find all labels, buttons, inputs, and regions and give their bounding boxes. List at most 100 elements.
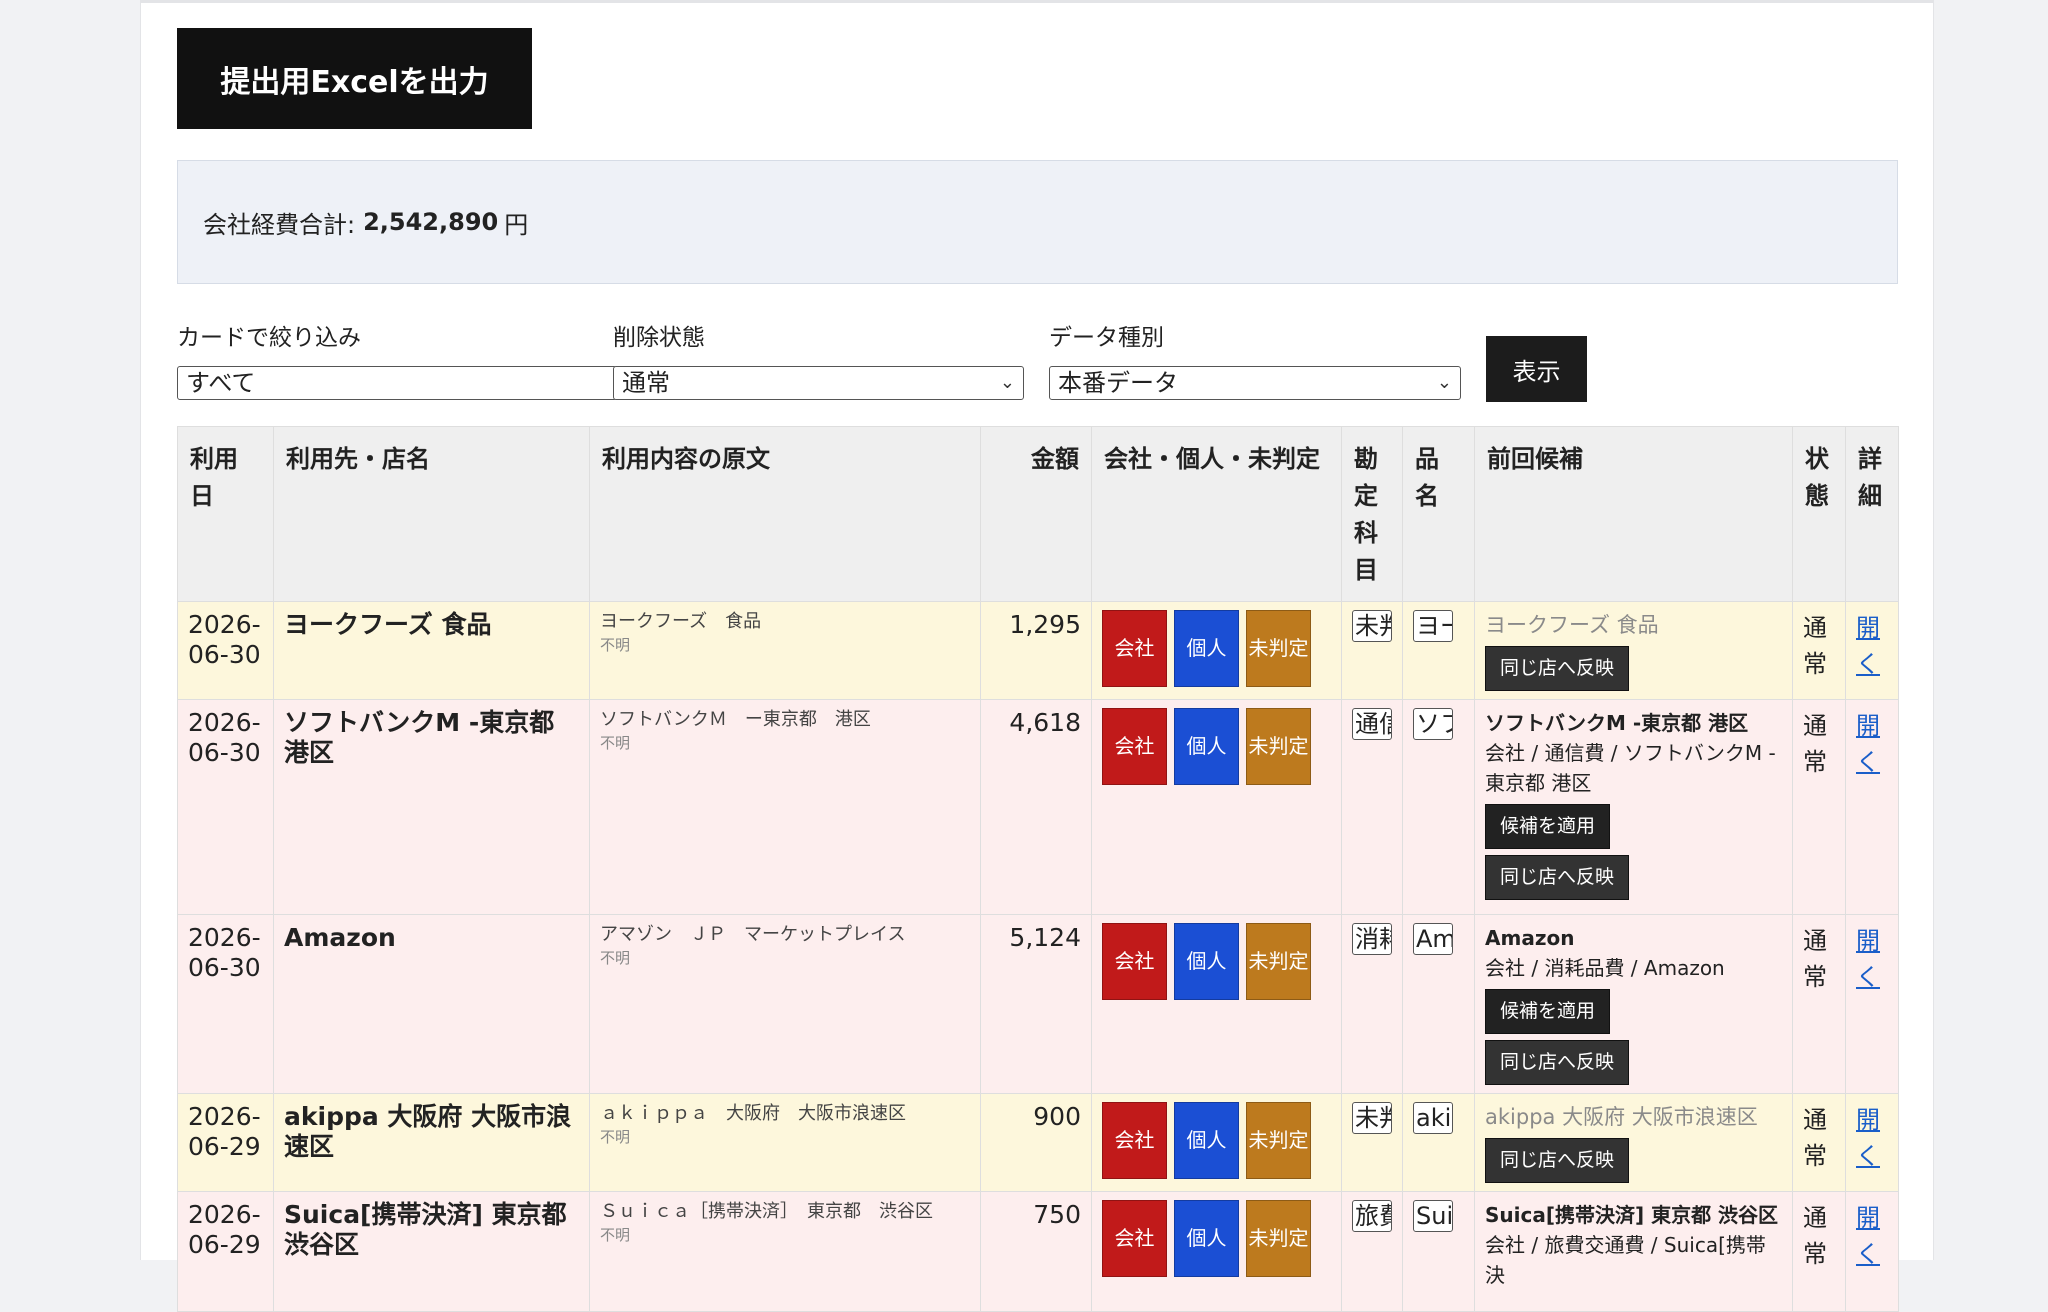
datatype-filter-value: 本番データ xyxy=(1058,369,1178,397)
card-filter-select[interactable]: すべて xyxy=(177,366,617,400)
row-classify: 会社 個人 未判定 xyxy=(1091,914,1342,1094)
account-input[interactable]: 通信費 xyxy=(1352,708,1392,740)
row-amount: 900 xyxy=(980,1093,1092,1192)
row-date: 2026-06-30 xyxy=(177,699,274,915)
row-detail: 開く xyxy=(1845,601,1899,700)
open-detail-link[interactable]: 開く xyxy=(1856,1204,1880,1268)
raw-text: ソフトバンクＭ ー東京都 港区 xyxy=(600,709,871,730)
candidate-title: Amazon xyxy=(1485,926,1575,950)
personal-button[interactable]: 個人 xyxy=(1174,923,1239,1000)
row-detail: 開く xyxy=(1845,1093,1899,1192)
chevron-down-icon: ⌄ xyxy=(999,372,1015,393)
open-detail-link[interactable]: 開く xyxy=(1856,1106,1880,1170)
row-amount: 4,618 xyxy=(980,699,1092,915)
card-filter-label: カードで絞り込み xyxy=(177,325,361,351)
account-input[interactable]: 未判定 xyxy=(1352,610,1392,642)
company-button[interactable]: 会社 xyxy=(1102,923,1167,1000)
row-detail: 開く xyxy=(1845,914,1899,1094)
show-button[interactable]: 表示 xyxy=(1486,336,1587,402)
row-raw: ａｋｉｐｐａ 大阪府 大阪市浪速区 不明 xyxy=(589,1093,981,1192)
raw-text: Ｓｕｉｃａ［携帯決済］ 東京都 渋谷区 xyxy=(600,1201,933,1222)
row-classify: 会社 個人 未判定 xyxy=(1091,1191,1342,1312)
personal-button[interactable]: 個人 xyxy=(1174,1200,1239,1277)
company-expense-summary: 会社経費合計: 2,542,890 円 xyxy=(177,160,1898,284)
table-header-row: 利用日 利用先・店名 利用内容の原文 金額 会社・個人・未判定 勘定科目 品名 … xyxy=(177,426,1899,602)
personal-button[interactable]: 個人 xyxy=(1174,1102,1239,1179)
candidate-title: Suica[携帯決済] 東京都 渋谷区 xyxy=(1485,1203,1779,1227)
row-date: 2026-06-29 xyxy=(177,1093,274,1192)
table-row: 2026-06-30 ソフトバンクM -東京都 港区 ソフトバンクＭ ー東京都 … xyxy=(177,699,1899,915)
raw-text: ヨークフーズ 食品 xyxy=(600,611,762,632)
company-button[interactable]: 会社 xyxy=(1102,610,1167,687)
row-status: 通常 xyxy=(1792,914,1846,1094)
undecided-button[interactable]: 未判定 xyxy=(1246,610,1311,687)
item-input[interactable]: Amazon xyxy=(1413,923,1453,955)
header-amount: 金額 xyxy=(980,426,1092,602)
row-raw: アマゾン ＪＰ マーケットプレイス 不明 xyxy=(589,914,981,1094)
row-item: ヨークフーズ xyxy=(1402,601,1475,700)
candidate-title: ソフトバンクM -東京都 港区 xyxy=(1485,711,1749,735)
row-merchant: akippa 大阪府 大阪市浪速区 xyxy=(273,1093,590,1192)
export-excel-button[interactable]: 提出用Excelを出力 xyxy=(177,28,532,129)
candidate-text: ヨークフーズ 食品 xyxy=(1485,613,1659,637)
row-account: 消耗品費 xyxy=(1341,914,1403,1094)
personal-button[interactable]: 個人 xyxy=(1174,610,1239,687)
deleted-filter-select[interactable]: 通常 ⌄ xyxy=(613,366,1024,400)
apply-same-store-button[interactable]: 同じ店へ反映 xyxy=(1485,855,1630,900)
datatype-filter-select[interactable]: 本番データ ⌄ xyxy=(1049,366,1461,400)
row-account: 通信費 xyxy=(1341,699,1403,915)
apply-candidate-button[interactable]: 候補を適用 xyxy=(1485,804,1611,849)
summary-unit: 円 xyxy=(504,210,529,239)
apply-same-store-button[interactable]: 同じ店へ反映 xyxy=(1485,1040,1630,1085)
row-detail: 開く xyxy=(1845,699,1899,915)
account-input[interactable]: 旅費交通費 xyxy=(1352,1200,1392,1232)
raw-subtext: 不明 xyxy=(600,734,631,752)
item-input[interactable]: ソフトバンク xyxy=(1413,708,1453,740)
company-button[interactable]: 会社 xyxy=(1102,708,1167,785)
apply-same-store-button[interactable]: 同じ店へ反映 xyxy=(1485,646,1630,691)
header-detail: 詳細 xyxy=(1845,426,1899,602)
header-date: 利用日 xyxy=(177,426,274,602)
row-date: 2026-06-30 xyxy=(177,601,274,700)
candidate-detail: 会社 / 通信費 / ソフトバンクM -東京都 港区 xyxy=(1485,741,1776,795)
account-input[interactable]: 未判定 xyxy=(1352,1102,1392,1134)
row-merchant: Amazon xyxy=(273,914,590,1094)
row-candidate: Suica[携帯決済] 東京都 渋谷区 会社 / 旅費交通費 / Suica[携… xyxy=(1474,1191,1793,1312)
row-date: 2026-06-29 xyxy=(177,1191,274,1312)
undecided-button[interactable]: 未判定 xyxy=(1246,708,1311,785)
datatype-filter-label: データ種別 xyxy=(1049,325,1164,351)
undecided-button[interactable]: 未判定 xyxy=(1246,923,1311,1000)
row-merchant: ヨークフーズ 食品 xyxy=(273,601,590,700)
raw-text: アマゾン ＪＰ マーケットプレイス xyxy=(600,924,906,945)
table-row: 2026-06-29 Suica[携帯決済] 東京都 渋谷区 Ｓｕｉｃａ［携帯決… xyxy=(177,1191,1899,1312)
chevron-down-icon: ⌄ xyxy=(1436,372,1452,393)
account-input[interactable]: 消耗品費 xyxy=(1352,923,1392,955)
item-input[interactable]: Suica xyxy=(1413,1200,1453,1232)
row-classify: 会社 個人 未判定 xyxy=(1091,699,1342,915)
row-account: 旅費交通費 xyxy=(1341,1191,1403,1312)
open-detail-link[interactable]: 開く xyxy=(1856,927,1880,991)
open-detail-link[interactable]: 開く xyxy=(1856,712,1880,776)
deleted-filter-value: 通常 xyxy=(622,369,670,397)
row-raw: ヨークフーズ 食品 不明 xyxy=(589,601,981,700)
table-row: 2026-06-30 ヨークフーズ 食品 ヨークフーズ 食品 不明 1,295 会… xyxy=(177,601,1899,700)
row-candidate: Amazon 会社 / 消耗品費 / Amazon 候補を適用 同じ店へ反映 xyxy=(1474,914,1793,1094)
undecided-button[interactable]: 未判定 xyxy=(1246,1200,1311,1277)
item-input[interactable]: akippa xyxy=(1413,1102,1453,1134)
company-button[interactable]: 会社 xyxy=(1102,1200,1167,1277)
undecided-button[interactable]: 未判定 xyxy=(1246,1102,1311,1179)
personal-button[interactable]: 個人 xyxy=(1174,708,1239,785)
row-status: 通常 xyxy=(1792,601,1846,700)
company-button[interactable]: 会社 xyxy=(1102,1102,1167,1179)
apply-candidate-button[interactable]: 候補を適用 xyxy=(1485,989,1611,1034)
deleted-filter-label: 削除状態 xyxy=(613,325,705,351)
apply-same-store-button[interactable]: 同じ店へ反映 xyxy=(1485,1138,1630,1183)
row-status: 通常 xyxy=(1792,699,1846,915)
open-detail-link[interactable]: 開く xyxy=(1856,614,1880,678)
candidate-detail: 会社 / 旅費交通費 / Suica[携帯決 xyxy=(1485,1233,1766,1287)
raw-text: ａｋｉｐｐａ 大阪府 大阪市浪速区 xyxy=(600,1103,906,1124)
table-row: 2026-06-30 Amazon アマゾン ＪＰ マーケットプレイス 不明 5,… xyxy=(177,914,1899,1094)
header-merchant: 利用先・店名 xyxy=(273,426,590,602)
header-account: 勘定科目 xyxy=(1341,426,1403,602)
item-input[interactable]: ヨークフーズ xyxy=(1413,610,1453,642)
